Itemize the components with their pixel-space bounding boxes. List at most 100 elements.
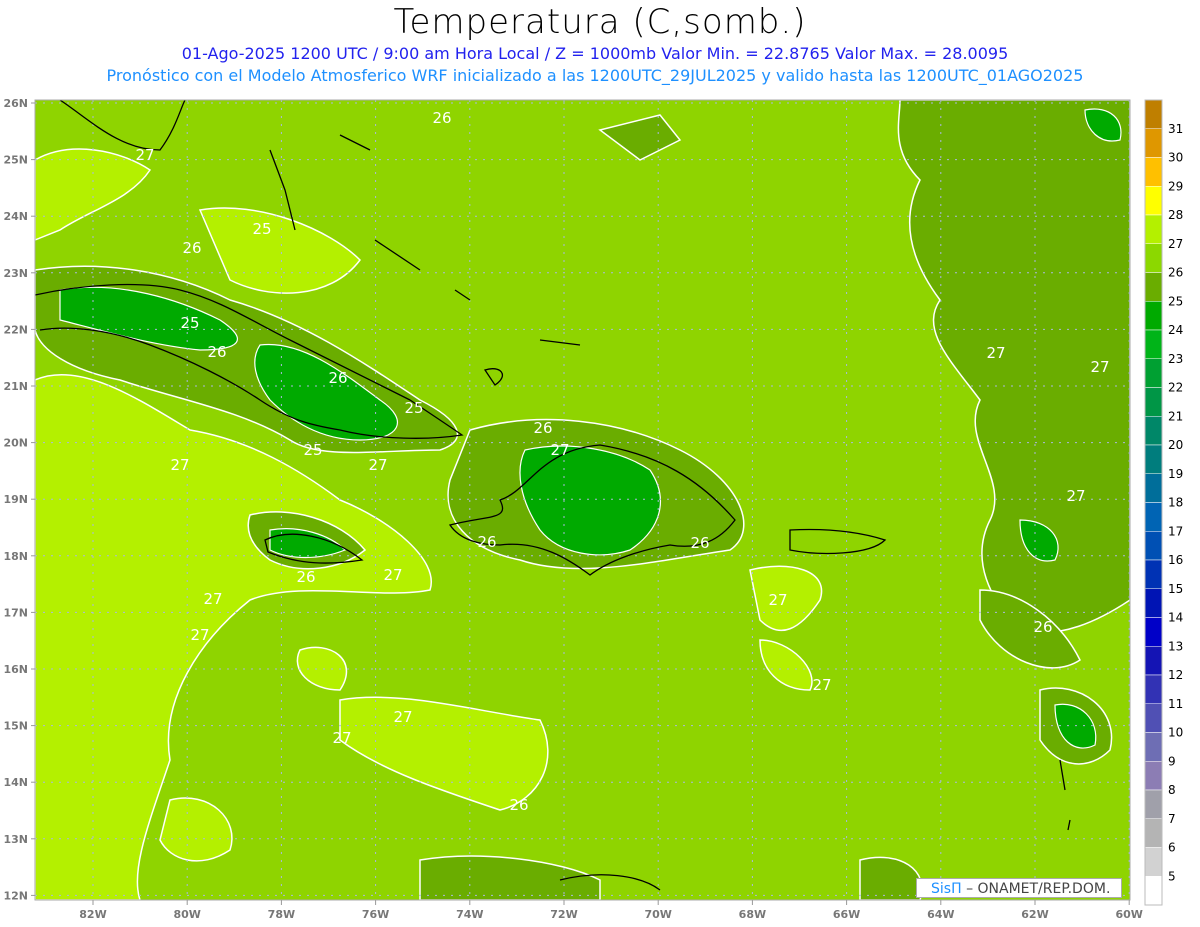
contour-label: 25 [180, 314, 199, 332]
contour-label: 27 [332, 729, 351, 747]
lon-tick-label: 76W [362, 908, 389, 921]
colorbar-swatch [1144, 761, 1163, 791]
colorbar: 31 30 29 28 27 26 25 24 23 22 21 20 19 18 17 16 15 14 13 12… [1144, 99, 1183, 906]
lat-tick-label: 25N [3, 154, 28, 167]
contour-label: 26 [207, 343, 226, 361]
lon-tick-label: 72W [550, 908, 577, 921]
colorbar-swatch [1144, 876, 1163, 906]
colorbar-label: 29 [1168, 179, 1183, 193]
lat-tick-label: 16N [3, 663, 28, 676]
colorbar-swatch [1144, 358, 1163, 388]
lon-tick-label: 74W [456, 908, 483, 921]
colorbar-swatch [1144, 329, 1163, 359]
colorbar-label: 18 [1168, 496, 1183, 510]
lat-tick-label: 24N [3, 210, 28, 223]
colorbar-label: 28 [1168, 208, 1183, 222]
colorbar-label: 15 [1168, 582, 1183, 596]
colorbar-label: 13 [1168, 639, 1183, 653]
contour-label: 25 [404, 399, 423, 417]
contour-label: 26 [533, 419, 552, 437]
colorbar-swatch [1144, 646, 1163, 676]
lat-tick-label: 12N [3, 889, 28, 902]
lat-tick-label: 26N [3, 97, 28, 110]
lon-tick-label: 80W [173, 908, 200, 921]
colorbar-label: 12 [1168, 668, 1183, 682]
colorbar-swatch [1144, 674, 1163, 704]
colorbar-swatch [1144, 588, 1163, 618]
colorbar-swatch [1144, 128, 1163, 158]
contour-label: 27 [203, 590, 222, 608]
colorbar-label: 23 [1168, 352, 1183, 366]
lat-tick-label: 23N [3, 267, 28, 280]
lat-tick-label: 19N [3, 493, 28, 506]
colorbar-swatch [1144, 243, 1163, 273]
contour-label: 27 [768, 591, 787, 609]
lon-tick-label: 62W [1021, 908, 1048, 921]
colorbar-swatch [1144, 732, 1163, 762]
colorbar-label: 25 [1168, 294, 1183, 308]
colorbar-label: 10 [1168, 726, 1183, 740]
contour-label: 25 [303, 441, 322, 459]
contour-label: 26 [182, 239, 201, 257]
contour-label: 27 [170, 456, 189, 474]
weather-map-page: Temperatura (C,somb.) 01-Ago-2025 1200 U… [0, 0, 1200, 927]
contour-label: 26 [296, 568, 315, 586]
longitude-axis: 82W 80W 78W 76W 74W 72W 70W 68W 66W 64W 62W 60W [79, 900, 1143, 921]
contour-label: 27 [393, 708, 412, 726]
lon-tick-label: 78W [268, 908, 295, 921]
colorbar-swatch [1144, 502, 1163, 532]
contour-label: 26 [432, 109, 451, 127]
lat-tick-label: 20N [3, 437, 28, 450]
colorbar-swatch [1144, 301, 1163, 331]
colorbar-label: 16 [1168, 553, 1183, 567]
colorbar-label: 19 [1168, 467, 1183, 481]
contour-label: 27 [383, 566, 402, 584]
colorbar-swatch [1144, 99, 1163, 129]
lat-tick-label: 22N [3, 323, 28, 336]
colorbar-label: 8 [1168, 783, 1176, 797]
colorbar-swatch [1144, 847, 1163, 877]
lat-tick-label: 14N [3, 776, 28, 789]
colorbar-label: 14 [1168, 611, 1183, 625]
contour-label: 26 [477, 533, 496, 551]
colorbar-label: 9 [1168, 754, 1176, 768]
lat-tick-label: 21N [3, 380, 28, 393]
colorbar-label: 7 [1168, 812, 1176, 826]
contour-label: 27 [368, 456, 387, 474]
contour-label: 26 [509, 796, 528, 814]
credit-text: – ONAMET/REP.DOM. [966, 881, 1111, 897]
contour-label: 27 [135, 146, 154, 164]
colorbar-label: 24 [1168, 323, 1183, 337]
colorbar-label: 27 [1168, 237, 1183, 251]
contour-label: 25 [252, 220, 271, 238]
temperature-map: 26 27 26 25 25 26 26 25 27 25 27 26 26 27 27 27 26 26 27 27… [3, 97, 1183, 921]
contour-label: 27 [1066, 487, 1085, 505]
colorbar-label: 11 [1168, 697, 1183, 711]
lon-tick-label: 64W [927, 908, 954, 921]
contour-label: 26 [1033, 618, 1052, 636]
contour-label: 27 [986, 344, 1005, 362]
colorbar-swatch [1144, 416, 1163, 446]
latitude-axis: 26N 25N 24N 23N 22N 21N 20N 19N 18N 17N 16N 15N 14N 1… [3, 97, 35, 902]
colorbar-label: 17 [1168, 524, 1183, 538]
contour-label: 26 [690, 534, 709, 552]
contour-label: 27 [190, 626, 209, 644]
contour-label: 26 [328, 369, 347, 387]
lat-tick-label: 18N [3, 550, 28, 563]
colorbar-swatch [1144, 387, 1163, 417]
lon-tick-label: 66W [833, 908, 860, 921]
temperature-field: 26 27 26 25 25 26 26 25 27 25 27 26 26 27 27 27 26 26 27 27… [35, 100, 1130, 900]
contour-label: 27 [812, 676, 831, 694]
colorbar-label: 6 [1168, 841, 1176, 855]
colorbar-label: 31 [1168, 122, 1183, 136]
colorbar-label: 22 [1168, 381, 1183, 395]
colorbar-swatch [1144, 186, 1163, 216]
lat-tick-label: 17N [3, 606, 28, 619]
colorbar-swatch [1144, 214, 1163, 244]
colorbar-swatch [1144, 473, 1163, 503]
colorbar-swatch [1144, 559, 1163, 589]
colorbar-label: 20 [1168, 438, 1183, 452]
colorbar-label: 26 [1168, 266, 1183, 280]
lon-tick-label: 82W [79, 908, 106, 921]
colorbar-swatch [1144, 157, 1163, 187]
